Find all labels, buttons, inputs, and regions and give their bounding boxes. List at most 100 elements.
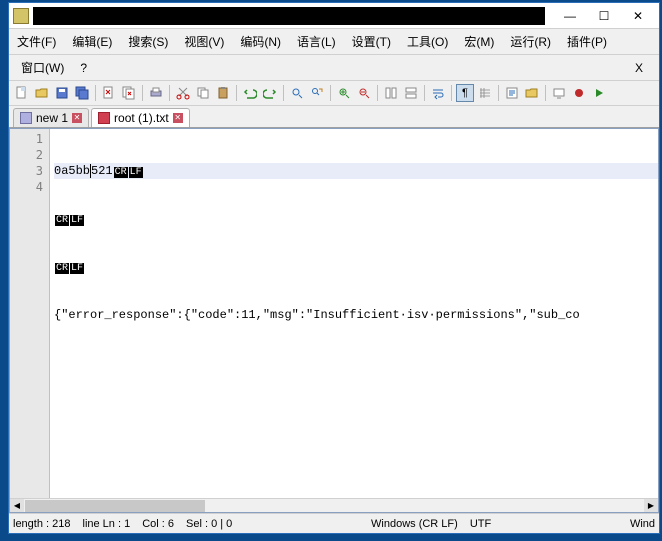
maximize-button[interactable]: ☐ — [587, 4, 621, 28]
tabbar: new 1 ✕ root (1).txt ✕ — [9, 106, 659, 128]
print-icon[interactable] — [147, 84, 165, 102]
cr-symbol: CR — [114, 167, 128, 178]
cr-symbol: CR — [55, 263, 69, 274]
horizontal-scrollbar[interactable]: ◀ ▶ — [10, 498, 658, 512]
separator — [142, 85, 143, 101]
menu-language[interactable]: 语言(L) — [293, 31, 340, 52]
show-all-chars-icon[interactable]: ¶ — [456, 84, 474, 102]
scroll-right-icon[interactable]: ▶ — [644, 499, 658, 513]
code-area[interactable]: 0a5bb521CRLF CRLF CRLF {"error_response"… — [50, 129, 658, 512]
status-sel: Sel : 0 | 0 — [186, 518, 232, 530]
menubar: 文件(F) 编辑(E) 搜索(S) 视图(V) 编码(N) 语言(L) 设置(T… — [9, 29, 659, 55]
line-number: 3 — [12, 163, 43, 179]
separator — [451, 85, 452, 101]
separator — [236, 85, 237, 101]
minimize-button[interactable]: — — [553, 4, 587, 28]
menu-tools[interactable]: 工具(O) — [403, 31, 452, 52]
line-number: 1 — [12, 131, 43, 147]
menu-view[interactable]: 视图(V) — [180, 31, 228, 52]
status-encoding: UTF — [470, 518, 491, 530]
open-file-icon[interactable] — [33, 84, 51, 102]
scroll-left-icon[interactable]: ◀ — [10, 499, 24, 513]
code-line: CRLF — [54, 259, 658, 275]
line-gutter: 1 2 3 4 — [10, 129, 50, 512]
zoom-out-icon[interactable] — [355, 84, 373, 102]
folder-panel-icon[interactable] — [523, 84, 541, 102]
separator — [498, 85, 499, 101]
menu-search[interactable]: 搜索(S) — [124, 31, 172, 52]
code-text: 0a5bb — [54, 164, 90, 178]
separator — [377, 85, 378, 101]
menu-help[interactable]: ? — [76, 59, 91, 77]
code-line: CRLF — [54, 211, 658, 227]
menu-window[interactable]: 窗口(W) — [17, 57, 68, 78]
undo-icon[interactable] — [241, 84, 259, 102]
lf-symbol: LF — [70, 215, 84, 226]
editor-window: — ☐ ✕ 文件(F) 编辑(E) 搜索(S) 视图(V) 编码(N) 语言(L… — [8, 2, 660, 534]
monitor-icon[interactable] — [550, 84, 568, 102]
status-length: length : 218 — [13, 518, 71, 530]
code-text: {"error_response":{"code":11,"msg":"Insu… — [54, 308, 580, 322]
menu-macro[interactable]: 宏(M) — [460, 31, 498, 52]
separator — [424, 85, 425, 101]
statusbar: length : 218 line Ln : 1 Col : 6 Sel : 0… — [9, 513, 659, 533]
separator — [283, 85, 284, 101]
separator — [95, 85, 96, 101]
zoom-in-icon[interactable] — [335, 84, 353, 102]
titlebar[interactable]: — ☐ ✕ — [9, 3, 659, 29]
new-file-icon[interactable] — [13, 84, 31, 102]
cr-symbol: CR — [55, 215, 69, 226]
separator — [169, 85, 170, 101]
file-icon — [20, 112, 32, 124]
editor-area: 1 2 3 4 0a5bb521CRLF CRLF CRLF {"error_r… — [9, 128, 659, 513]
menu-run[interactable]: 运行(R) — [506, 31, 555, 52]
window-buttons: — ☐ ✕ — [553, 4, 655, 28]
paste-icon[interactable] — [214, 84, 232, 102]
lf-symbol: LF — [129, 167, 143, 178]
sync-h-icon[interactable] — [402, 84, 420, 102]
line-number: 2 — [12, 147, 43, 163]
status-ins: Wind — [630, 518, 655, 530]
code-text: 521 — [91, 164, 113, 178]
save-all-icon[interactable] — [73, 84, 91, 102]
window-title — [33, 7, 545, 25]
separator — [545, 85, 546, 101]
close-file-icon[interactable] — [100, 84, 118, 102]
code-line: {"error_response":{"code":11,"msg":"Insu… — [54, 307, 658, 323]
redo-icon[interactable] — [261, 84, 279, 102]
scroll-thumb[interactable] — [25, 500, 205, 512]
status-col: Col : 6 — [142, 518, 174, 530]
tab-close-icon[interactable]: ✕ — [173, 113, 183, 123]
record-macro-icon[interactable] — [570, 84, 588, 102]
menu-plugins[interactable]: 插件(P) — [563, 31, 611, 52]
toolbar: ¶ — [9, 81, 659, 106]
file-icon — [98, 112, 110, 124]
save-icon[interactable] — [53, 84, 71, 102]
menubar-row2: 窗口(W) ? X — [9, 55, 659, 81]
tab-label: root (1).txt — [114, 111, 169, 125]
menu-edit[interactable]: 编辑(E) — [68, 31, 116, 52]
close-doc-button[interactable]: X — [627, 61, 651, 75]
wordwrap-icon[interactable] — [429, 84, 447, 102]
tab-root1[interactable]: root (1).txt ✕ — [91, 108, 190, 127]
menu-encoding[interactable]: 编码(N) — [236, 31, 285, 52]
indent-guide-icon[interactable] — [476, 84, 494, 102]
menu-settings[interactable]: 设置(T) — [348, 31, 395, 52]
cut-icon[interactable] — [174, 84, 192, 102]
play-macro-icon[interactable] — [590, 84, 608, 102]
tab-new1[interactable]: new 1 ✕ — [13, 108, 89, 127]
sync-v-icon[interactable] — [382, 84, 400, 102]
copy-icon[interactable] — [194, 84, 212, 102]
separator — [330, 85, 331, 101]
menu-file[interactable]: 文件(F) — [13, 31, 60, 52]
app-icon — [13, 8, 29, 24]
code-line: 0a5bb521CRLF — [54, 163, 658, 179]
close-button[interactable]: ✕ — [621, 4, 655, 28]
close-all-icon[interactable] — [120, 84, 138, 102]
find-icon[interactable] — [288, 84, 306, 102]
tab-close-icon[interactable]: ✕ — [72, 113, 82, 123]
function-list-icon[interactable] — [503, 84, 521, 102]
replace-icon[interactable] — [308, 84, 326, 102]
status-eol: Windows (CR LF) — [371, 518, 458, 530]
tab-label: new 1 — [36, 111, 68, 125]
